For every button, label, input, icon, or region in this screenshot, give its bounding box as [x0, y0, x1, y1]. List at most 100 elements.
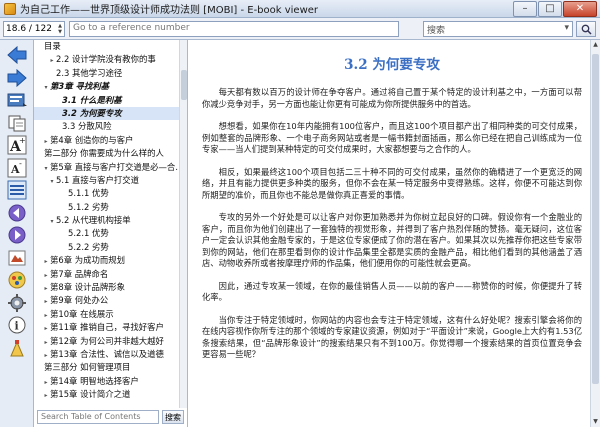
collapsed-arrow-icon[interactable]: ▸ — [42, 349, 50, 361]
toc-item[interactable]: ▾ 5.1 直接与客户打交道 — [34, 174, 180, 187]
expanded-arrow-icon[interactable]: ▾ — [42, 81, 50, 93]
open-book-icon[interactable] — [5, 89, 29, 111]
content-scrollbar[interactable]: ▲ ▼ — [590, 40, 600, 427]
toc-item[interactable]: 5.2.2 劣势 — [34, 241, 180, 254]
search-placeholder: 搜索 — [427, 26, 446, 36]
collapsed-arrow-icon[interactable]: ▸ — [42, 255, 50, 267]
page-body: 3.2 为何要专攻 每天都有数以百万的设计师在争夺客户。通过将自己置于某个特定的… — [202, 40, 582, 372]
toc-item-label: 5.2.1 优势 — [68, 228, 109, 239]
back-icon[interactable] — [5, 44, 29, 66]
toc-item-label: 第5章 直接与客户打交道是必—合… — [50, 161, 180, 172]
toc-item-label: 5.2 从代理机构接单 — [56, 215, 131, 226]
toc-item-label: 第三部分 如何管理项目 — [44, 362, 131, 373]
previous-page-icon[interactable] — [5, 202, 29, 224]
toc-item[interactable]: ▸ 第6章 为成功而规划 — [34, 254, 180, 267]
toc-item-label: 第9章 何处办公 — [50, 295, 109, 306]
collapsed-arrow-icon[interactable]: ▸ — [42, 309, 50, 321]
toc-item[interactable]: 5.2.1 优势 — [34, 227, 180, 240]
collapsed-arrow-icon[interactable]: ▸ — [48, 54, 56, 66]
toc-item[interactable]: ▸ 第9章 何处办公 — [34, 294, 180, 307]
collapsed-arrow-icon[interactable]: ▸ — [42, 336, 50, 348]
close-button[interactable]: ✕ — [563, 0, 597, 17]
expanded-arrow-icon[interactable]: ▾ — [42, 162, 50, 174]
paragraph: 因此，通过专攻某一领域，在你的最佳销售人员——以前的客户——称赞你的时候，你便提… — [202, 280, 582, 303]
window-title: 为自己工作——世界顶级设计师成功法则 [MOBI] - E-book viewe… — [20, 5, 319, 16]
paragraph: 想想看，如果你在10年内能拥有100位客户，而且这100个项目都产出了相同种类的… — [202, 121, 582, 154]
metadata-icon[interactable]: i — [5, 314, 29, 336]
toc-item[interactable]: ▸ 第8章 设计品牌形象 — [34, 281, 180, 294]
toc-item[interactable]: 3.3 分散风险 — [34, 120, 180, 133]
expanded-arrow-icon[interactable]: ▾ — [48, 175, 56, 187]
content-scroll-thumb[interactable] — [592, 54, 599, 384]
collapsed-arrow-icon[interactable]: ▸ — [42, 389, 50, 401]
toc-item-label: 第3章 寻找利基 — [50, 81, 109, 92]
toc-search-input[interactable]: Search Table of Contents — [37, 410, 159, 424]
scroll-up-icon[interactable]: ▲ — [591, 40, 600, 50]
toc-search-button[interactable]: 搜索 — [162, 410, 184, 424]
collapsed-arrow-icon[interactable]: ▸ — [42, 376, 50, 388]
paragraph: 专攻的另外一个好处是可以让客户对你更加熟悉并为你树立起良好的口碑。假设你有一个金… — [202, 212, 582, 268]
magnifier-icon — [581, 24, 592, 35]
toc-item[interactable]: ▸ 第15章 设计简介之道 — [34, 388, 180, 401]
toc-item[interactable]: ▸ 第7章 品牌命名 — [34, 268, 180, 281]
preferences-icon[interactable] — [5, 292, 29, 314]
forward-icon[interactable] — [5, 67, 29, 89]
maximize-button[interactable]: □ — [538, 0, 562, 17]
toc-item[interactable]: ▸ 2.2 设计学院没有教你的事 — [34, 53, 180, 66]
collapsed-arrow-icon[interactable]: ▸ — [42, 295, 50, 307]
svg-text:i: i — [14, 320, 18, 333]
next-page-icon[interactable] — [5, 224, 29, 246]
toc-item[interactable]: ▸ 第11章 推销自己，寻找好客户 — [34, 321, 180, 334]
toc-item[interactable]: 3.1 什么是利基 — [34, 94, 180, 107]
collapsed-arrow-icon[interactable]: ▸ — [42, 135, 50, 147]
toc-item[interactable]: 2.3 其他学习途径 — [34, 67, 180, 80]
search-input[interactable]: 搜索 ▾ — [423, 21, 573, 37]
theme-icon[interactable] — [5, 269, 29, 291]
search-button[interactable] — [576, 21, 596, 37]
toc-item[interactable]: 第二部分 你需要成为什么样的人 — [34, 147, 180, 160]
scroll-down-icon[interactable]: ▼ — [591, 417, 600, 427]
collapsed-arrow-icon[interactable]: ▸ — [42, 322, 50, 334]
toc-item-label: 3.2 为何要专攻 — [62, 107, 122, 118]
toc-item-label: 5.1.2 劣势 — [68, 201, 109, 212]
toc-item[interactable]: ▾ 第5章 直接与客户打交道是必—合… — [34, 161, 180, 174]
toc-item[interactable]: ▸ 第14章 明智地选择客户 — [34, 375, 180, 388]
reference-input[interactable]: Go to a reference number — [69, 20, 399, 37]
font-larger-icon[interactable]: A + — [5, 134, 29, 156]
spin-arrows-icon[interactable]: ▲ ▼ — [58, 23, 62, 35]
collapsed-arrow-icon[interactable]: ▸ — [42, 269, 50, 281]
toc-item-label: 2.2 设计学院没有教你的事 — [56, 54, 156, 65]
toc-item[interactable]: ▾ 第3章 寻找利基 — [34, 80, 180, 93]
expanded-arrow-icon[interactable]: ▾ — [48, 215, 56, 227]
toc-item[interactable]: ▸ 第4章 创造你的与客户 — [34, 134, 180, 147]
toc-item[interactable]: ▸ 第12章 为何公司并非越大越好 — [34, 335, 180, 348]
toc-item[interactable]: ▾ 5.2 从代理机构接单 — [34, 214, 180, 227]
toc-item[interactable]: ▸ 第13章 合法性、诚信以及道德 — [34, 348, 180, 361]
paragraph: 相反，如果最终这100个项目包括二三十种不同的可交付成果，虽然你的确精进了一个更… — [202, 166, 582, 200]
toc-scroll-thumb[interactable] — [181, 70, 187, 100]
dictionary-icon[interactable] — [5, 247, 29, 269]
toc-item-label: 第6章 为成功而规划 — [50, 255, 125, 266]
toc-item-label: 5.1.1 优势 — [68, 188, 109, 199]
toc-item[interactable]: 3.2 为何要专攻 — [34, 106, 180, 121]
minimize-button[interactable]: – — [513, 0, 537, 17]
toc-scrollbar[interactable] — [179, 40, 187, 408]
toc-item-label: 第10章 在线展示 — [50, 308, 114, 319]
search-dropdown-icon[interactable]: ▾ — [564, 23, 569, 35]
bookmark-icon[interactable] — [5, 337, 29, 359]
toc-item-label: 3.1 什么是利基 — [62, 94, 122, 105]
position-spinbox[interactable]: 18.6 / 122 ▲ ▼ — [3, 20, 65, 37]
chapter-title: 3.2 为何要专攻 — [344, 57, 440, 73]
toc-item-label: 第4章 创造你的与客户 — [50, 134, 134, 145]
toc-item[interactable]: 5.1.1 优势 — [34, 187, 180, 200]
font-smaller-icon[interactable]: A- — [5, 157, 29, 179]
toc-list: 目录 ▸ 2.2 设计学院没有教你的事 2.3 其他学习途径 ▾ 第3章 寻找利基 3.1 … — [34, 40, 180, 408]
toc-item[interactable]: 5.1.2 劣势 — [34, 201, 180, 214]
left-toolbar: A + A- i — [0, 40, 34, 427]
toc-item[interactable]: ▸ 第10章 在线展示 — [34, 308, 180, 321]
toc-item[interactable]: 第三部分 如何管理项目 — [34, 361, 180, 374]
toc-list-icon[interactable] — [5, 179, 29, 201]
copy-icon[interactable] — [5, 112, 29, 134]
collapsed-arrow-icon[interactable]: ▸ — [42, 282, 50, 294]
toc-item[interactable]: 目录 — [34, 40, 180, 53]
